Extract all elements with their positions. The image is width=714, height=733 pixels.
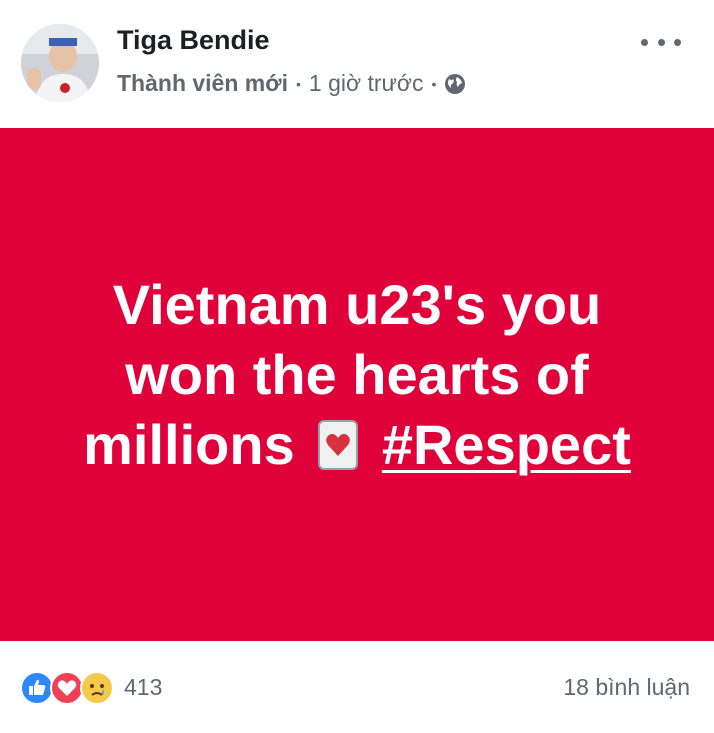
separator-dot: • (431, 75, 437, 92)
avatar-image (21, 24, 99, 102)
post-text-line: Vietnam u23's you (112, 273, 602, 336)
post-header: Tiga Bendie Thành viên mới • 1 giờ trước… (0, 0, 714, 128)
separator-dot: • (295, 75, 301, 92)
member-badge[interactable]: Thành viên mới (117, 70, 288, 97)
avatar[interactable] (21, 24, 99, 102)
post-footer: 413 18 bình luận (0, 641, 714, 733)
post-text: Vietnam u23's you won the hearts of mill… (40, 270, 674, 480)
hashtag-link[interactable]: #Respect (382, 413, 631, 476)
post-time[interactable]: 1 giờ trước (309, 70, 424, 97)
like-icon (20, 671, 54, 705)
heart-card-icon (318, 416, 359, 470)
post-text-line: millions #Respect (40, 410, 674, 480)
author-name[interactable]: Tiga Bendie (117, 25, 270, 56)
post-text-line-prefix: millions (83, 413, 295, 476)
more-options-icon[interactable] (641, 30, 681, 54)
sad-icon (80, 671, 114, 705)
post-text-line: won the hearts of (125, 343, 589, 406)
reaction-count[interactable]: 413 (124, 674, 162, 701)
comments-count[interactable]: 18 bình luận (563, 674, 690, 701)
globe-icon (444, 73, 466, 95)
love-icon (50, 671, 84, 705)
post-meta: Thành viên mới • 1 giờ trước • (117, 70, 466, 97)
